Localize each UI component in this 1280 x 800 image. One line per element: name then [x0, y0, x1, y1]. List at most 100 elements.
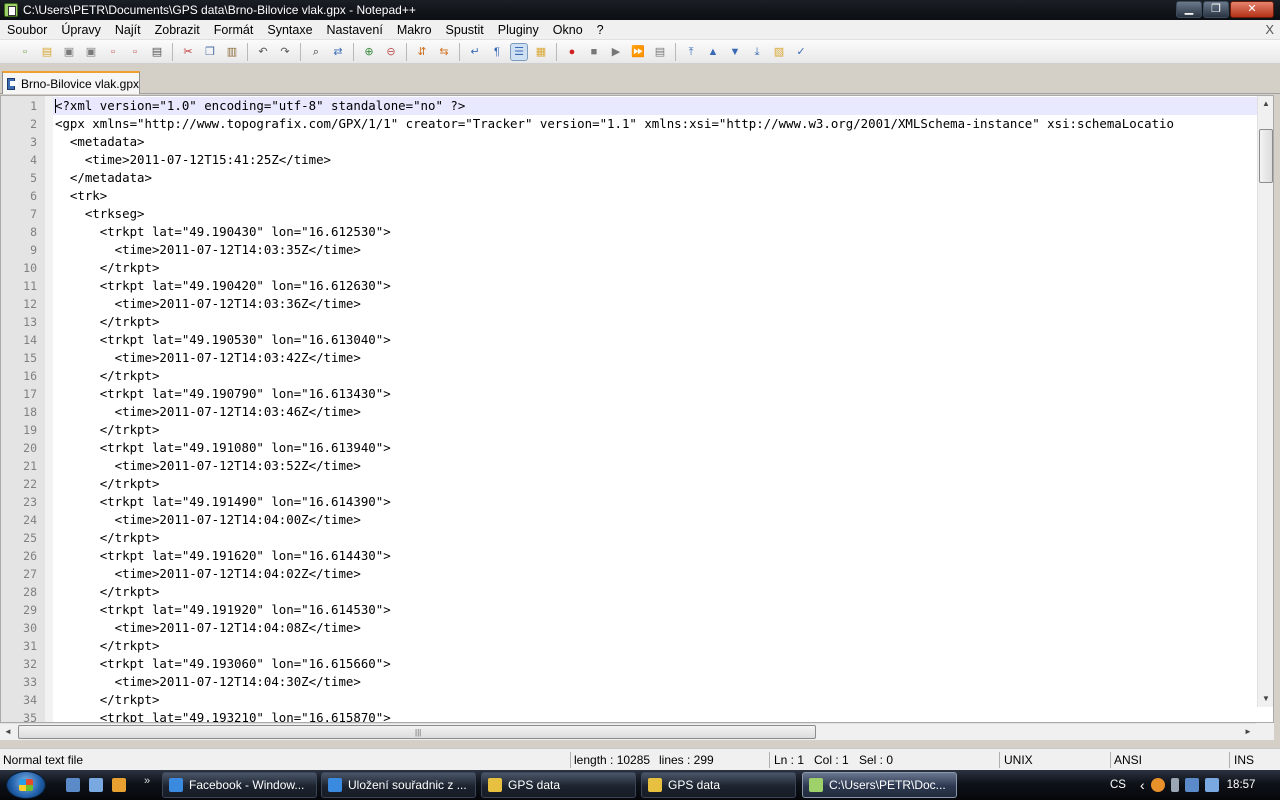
horizontal-scroll-thumb[interactable]: ||| [18, 725, 816, 739]
code-line[interactable]: <time>2011-07-12T15:41:25Z</time> [53, 151, 1257, 169]
line-number[interactable]: 25 [1, 529, 37, 547]
spell-check-icon[interactable]: ✓ [793, 44, 809, 60]
menu-syntaxe[interactable]: Syntaxe [260, 20, 319, 40]
code-line[interactable]: <time>2011-07-12T14:03:46Z</time> [53, 403, 1257, 421]
line-number[interactable]: 14 [1, 331, 37, 349]
go-top-icon[interactable]: ⤒ [683, 44, 699, 60]
go-up-icon[interactable]: ▲ [705, 44, 721, 60]
quick-launch-more-icon[interactable]: » [144, 775, 150, 787]
play-macro-icon[interactable]: ▶ [608, 44, 624, 60]
menu-upravy[interactable]: Úpravy [54, 20, 108, 40]
close-document-button[interactable]: X [1265, 22, 1274, 37]
sync-horizontal-icon[interactable]: ⇆ [436, 44, 452, 60]
start-button[interactable] [6, 771, 46, 799]
horizontal-scrollbar[interactable]: ◄ ||| ► [0, 723, 1256, 740]
line-number[interactable]: 29 [1, 601, 37, 619]
line-number[interactable]: 16 [1, 367, 37, 385]
line-number[interactable]: 1 [1, 97, 37, 115]
code-line[interactable]: </trkpt> [53, 529, 1257, 547]
code-line[interactable]: <trkpt lat="49.191080" lon="16.613940"> [53, 439, 1257, 457]
avast-icon[interactable] [1150, 778, 1165, 792]
line-number[interactable]: 21 [1, 457, 37, 475]
code-line[interactable]: <gpx xmlns="http://www.topografix.com/GP… [53, 115, 1257, 133]
close-button[interactable]: ✕ [1230, 1, 1274, 18]
stop-macro-icon[interactable]: ■ [586, 44, 602, 60]
menu-zobrazit[interactable]: Zobrazit [148, 20, 207, 40]
code-line[interactable]: <trkpt lat="49.193210" lon="16.615870"> [53, 709, 1257, 722]
minimize-button[interactable]: ▁ [1176, 1, 1202, 18]
record-macro-icon[interactable]: ● [564, 44, 580, 60]
menu-format[interactable]: Formát [207, 20, 261, 40]
code-line[interactable]: <metadata> [53, 133, 1257, 151]
code-line[interactable]: <trk> [53, 187, 1257, 205]
taskbar-button-facebook[interactable]: Facebook - Window... [162, 772, 317, 798]
menu-najit[interactable]: Najít [108, 20, 148, 40]
code-line[interactable]: <time>2011-07-12T14:04:00Z</time> [53, 511, 1257, 529]
indent-guide-icon[interactable]: ☰ [510, 42, 528, 61]
redo-icon[interactable]: ↷ [277, 44, 293, 60]
code-line[interactable]: <time>2011-07-12T14:03:35Z</time> [53, 241, 1257, 259]
maximize-button[interactable]: ❐ [1203, 1, 1229, 18]
line-number[interactable]: 11 [1, 277, 37, 295]
save-all-icon[interactable]: ▣ [83, 44, 99, 60]
notepadpp-icon[interactable] [4, 3, 18, 17]
menu-spustit[interactable]: Spustit [439, 20, 491, 40]
code-line[interactable]: <time>2011-07-12T14:03:52Z</time> [53, 457, 1257, 475]
sync-vertical-icon[interactable]: ⇵ [414, 44, 430, 60]
code-line[interactable]: <trkpt lat="49.190420" lon="16.612630"> [53, 277, 1257, 295]
line-number[interactable]: 31 [1, 637, 37, 655]
code-line[interactable]: <trkpt lat="49.190530" lon="16.613040"> [53, 331, 1257, 349]
zoom-out-icon[interactable]: ⊖ [383, 44, 399, 60]
code-line[interactable]: </metadata> [53, 169, 1257, 187]
line-number[interactable]: 7 [1, 205, 37, 223]
line-number[interactable]: 28 [1, 583, 37, 601]
media-player-icon[interactable] [112, 778, 126, 792]
scroll-down-icon[interactable]: ▼ [1258, 691, 1273, 707]
print-icon[interactable]: ▤ [149, 44, 165, 60]
taskbar-button-ulozeni[interactable]: Uložení souřadnic z ... [321, 772, 476, 798]
code-line[interactable]: </trkpt> [53, 691, 1257, 709]
switch-windows-icon[interactable] [89, 778, 103, 792]
line-number[interactable]: 30 [1, 619, 37, 637]
show-desktop-icon[interactable] [66, 778, 80, 792]
line-number[interactable]: 26 [1, 547, 37, 565]
taskbar-button-gps-data-2[interactable]: GPS data [641, 772, 796, 798]
scroll-up-icon[interactable]: ▲ [1258, 96, 1273, 112]
menu-nastaveni[interactable]: Nastavení [320, 20, 390, 40]
code-line[interactable]: <?xml version="1.0" encoding="utf-8" sta… [53, 97, 1257, 115]
go-bottom-icon[interactable]: ⤓ [749, 44, 765, 60]
go-down-icon[interactable]: ▼ [727, 44, 743, 60]
code-line[interactable]: <time>2011-07-12T14:03:36Z</time> [53, 295, 1257, 313]
volume-icon[interactable] [1204, 778, 1219, 792]
network-icon[interactable] [1184, 778, 1199, 792]
vertical-scroll-thumb[interactable] [1259, 129, 1273, 183]
line-number[interactable]: 33 [1, 673, 37, 691]
editor[interactable]: 1 2 3 4 5 6 7 8 9 10 11 12 13 14 15 16 17 18 19 20 21 22 23 24 2… [0, 95, 1274, 723]
cut-icon[interactable]: ✂ [180, 44, 196, 60]
menu-makro[interactable]: Makro [390, 20, 439, 40]
code-line[interactable]: <trkpt lat="49.190790" lon="16.613430"> [53, 385, 1257, 403]
line-number[interactable]: 34 [1, 691, 37, 709]
line-number[interactable]: 4 [1, 151, 37, 169]
line-number[interactable]: 5 [1, 169, 37, 187]
line-number[interactable]: 20 [1, 439, 37, 457]
line-number[interactable]: 18 [1, 403, 37, 421]
undo-icon[interactable]: ↶ [255, 44, 271, 60]
open-file-icon[interactable]: ▤ [39, 44, 55, 60]
paste-icon[interactable]: ▥ [224, 44, 240, 60]
close-all-icon[interactable]: ▫ [127, 44, 143, 60]
save-macro-icon[interactable]: ▤ [652, 44, 668, 60]
word-wrap-icon[interactable]: ↵ [467, 44, 483, 60]
line-number[interactable]: 9 [1, 241, 37, 259]
line-number[interactable]: 22 [1, 475, 37, 493]
battery-icon[interactable] [1170, 778, 1179, 792]
tray-expand-icon[interactable]: ‹ [1140, 777, 1145, 793]
line-number[interactable]: 2 [1, 115, 37, 133]
code-line[interactable]: <time>2011-07-12T14:03:42Z</time> [53, 349, 1257, 367]
code-line[interactable]: </trkpt> [53, 583, 1257, 601]
tab-brno-bilovice-vlak[interactable]: Brno-Bilovice vlak.gpx [2, 71, 140, 94]
taskbar-button-notepadpp[interactable]: C:\Users\PETR\Doc... [802, 772, 957, 798]
code-line[interactable]: <trkseg> [53, 205, 1257, 223]
user-language-icon[interactable]: ▦ [533, 44, 549, 60]
code-line[interactable]: <time>2011-07-12T14:04:08Z</time> [53, 619, 1257, 637]
